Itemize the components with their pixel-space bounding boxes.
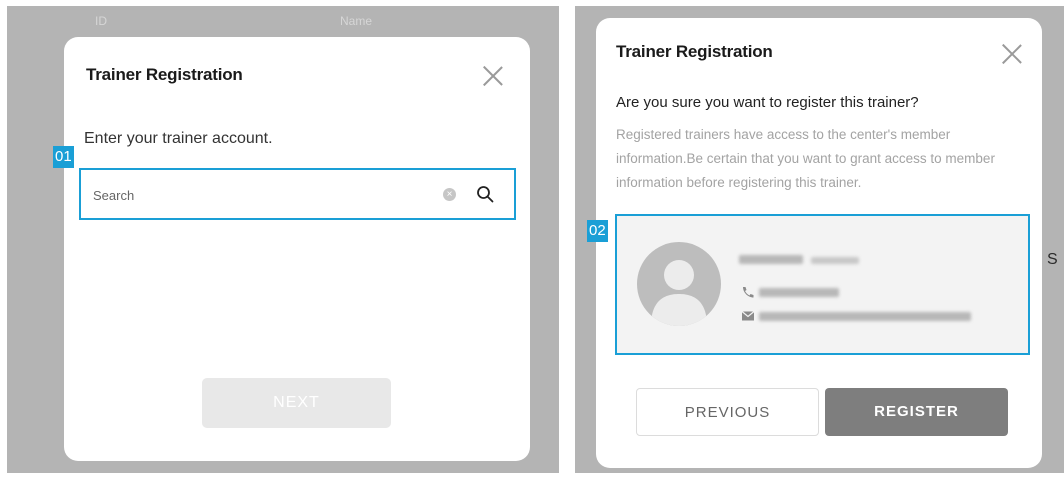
trainer-profile-card xyxy=(615,214,1030,355)
register-button[interactable]: REGISTER xyxy=(825,388,1008,436)
confirm-registration-modal: Trainer Registration Are you sure you wa… xyxy=(596,18,1042,468)
email-icon xyxy=(741,311,755,321)
trainer-email-redacted xyxy=(759,312,971,321)
confirmation-question: Are you sure you want to register this t… xyxy=(616,94,919,111)
trainer-search-modal: Trainer Registration Enter your trainer … xyxy=(64,37,530,461)
access-warning-text: Registered trainers have access to the c… xyxy=(616,127,995,190)
close-icon[interactable] xyxy=(482,65,504,87)
background-table-header: ID Name xyxy=(7,6,559,36)
trainer-phone-redacted xyxy=(759,288,839,297)
search-field-container: × xyxy=(79,168,516,220)
step-badge-01: 01 xyxy=(53,146,74,168)
search-icon[interactable] xyxy=(476,185,494,203)
step-badge-02: 02 xyxy=(587,220,608,242)
modal-title: Trainer Registration xyxy=(86,65,243,84)
instruction-text: Enter your trainer account. xyxy=(84,130,273,147)
trainer-name-redacted xyxy=(739,255,803,264)
clear-icon[interactable]: × xyxy=(443,188,456,201)
trainer-role-redacted xyxy=(811,257,859,264)
next-button[interactable]: NEXT xyxy=(202,378,391,428)
previous-button[interactable]: PREVIOUS xyxy=(636,388,819,436)
avatar-icon xyxy=(637,242,721,326)
background-text-fragment: S xyxy=(1047,251,1058,268)
phone-icon xyxy=(743,287,754,298)
column-header-id: ID xyxy=(95,14,107,28)
modal-title: Trainer Registration xyxy=(616,42,773,61)
column-header-name: Name xyxy=(340,14,373,28)
right-screen: S Trainer Registration Are you sure you … xyxy=(575,6,1064,473)
search-input[interactable] xyxy=(93,183,413,207)
left-screen: ID Name Trainer Registration Enter your … xyxy=(7,6,559,473)
close-icon[interactable] xyxy=(1001,43,1023,65)
